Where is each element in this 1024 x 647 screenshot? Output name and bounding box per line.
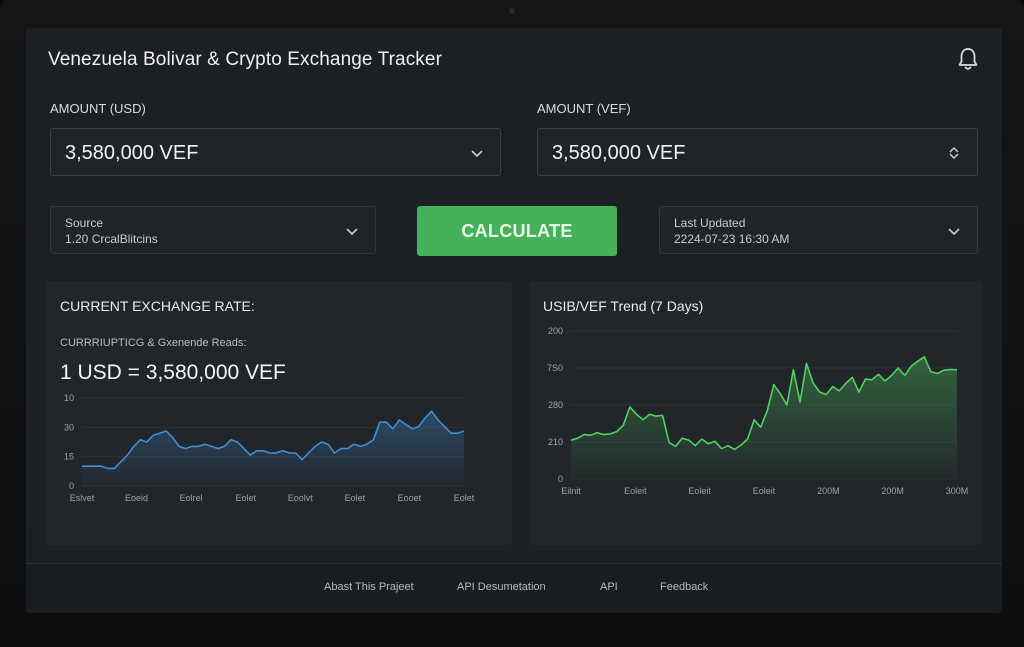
trend-panel: USIB/VEF Trend (7 Days) 200 7S0 280 210 0 Eil…	[529, 281, 982, 545]
y-tick-label: 280	[548, 400, 563, 410]
y-tick-label: 10	[64, 393, 74, 403]
y-tick-label: 30	[64, 422, 74, 432]
x-tick-label: Eolet	[235, 493, 256, 503]
x-tick-label: Eolrel	[180, 493, 203, 503]
footer-link-api[interactable]: API	[600, 581, 618, 593]
y-tick-label: 0	[69, 481, 74, 491]
amount-vef-label: AMOUNT (VEF)	[537, 101, 631, 116]
x-tick-label: Eilnit	[561, 486, 581, 496]
x-tick-label: Eoolvt	[288, 493, 314, 503]
chevron-down-icon[interactable]	[470, 146, 484, 160]
x-tick-label: 300M	[946, 486, 969, 496]
amount-usd-value: 3,580,000 VEF	[65, 142, 199, 164]
x-tick-label: Eoleit	[753, 486, 776, 496]
bell-icon[interactable]	[956, 46, 980, 72]
x-tick-label: 200M	[817, 486, 840, 496]
footer-link-api-docs[interactable]: API Desumetation	[457, 581, 546, 593]
y-tick-label: 0	[558, 474, 563, 484]
rate-history-chart: 10 30 15 0 Eslvet Eoeid Eolrel Eolet Eoolvt Eolet…	[64, 393, 475, 503]
x-tick-label: Eslvet	[70, 493, 95, 503]
chevron-down-icon[interactable]	[345, 224, 359, 238]
x-tick-label: Eolet	[345, 493, 366, 503]
chevron-down-icon[interactable]	[947, 224, 961, 238]
page-title: Venezuela Bolivar & Crypto Exchange Trac…	[48, 49, 443, 70]
footer: Abast This Prajeet API Desumetation API …	[26, 563, 1002, 613]
amount-usd-field[interactable]: 3,580,000 VEF	[50, 128, 501, 176]
amount-usd-label: AMOUNT (USD)	[50, 101, 146, 116]
series-area	[82, 411, 464, 486]
up-down-chevron-icon[interactable]	[947, 146, 961, 160]
app-window: Venezuela Bolivar & Crypto Exchange Trac…	[26, 28, 1002, 613]
last-updated-label: Last Updated	[674, 216, 746, 230]
x-tick-label: Eoleit	[688, 486, 711, 496]
device-bezel: Venezuela Bolivar & Crypto Exchange Trac…	[0, 0, 1024, 647]
y-tick-label: 7S0	[547, 363, 563, 373]
trend-chart: 200 7S0 280 210 0 Eilnit Eoleit Eoleit Eoleit 200…	[547, 326, 969, 496]
footer-link-feedback[interactable]: Feedback	[660, 581, 708, 593]
x-tick-label: Eoleit	[624, 486, 647, 496]
amount-vef-field[interactable]: 3,580,000 VEF	[537, 128, 978, 176]
calculate-button[interactable]: CALCULATE	[417, 206, 617, 256]
source-select[interactable]: Source 1.20 CrcalBlitcins	[50, 206, 376, 254]
source-label: Source	[65, 216, 104, 230]
camera-dot	[509, 8, 515, 14]
y-tick-label: 210	[548, 437, 563, 447]
x-tick-label: Eolet	[454, 493, 475, 503]
x-tick-label: 200M	[881, 486, 904, 496]
last-updated-value: 2224-07-23 16:30 AM	[674, 232, 790, 246]
exchange-rate-panel: CURRENT EXCHANGE RATE: CURRRIUPTICG & Gx…	[46, 281, 512, 545]
y-tick-label: 200	[548, 326, 563, 336]
x-tick-label: Eooet	[398, 493, 422, 503]
x-tick-label: Eoeid	[125, 493, 148, 503]
last-updated-select[interactable]: Last Updated 2224-07-23 16:30 AM	[659, 206, 978, 254]
y-tick-label: 15	[64, 452, 74, 462]
footer-link-about[interactable]: Abast This Prajeet	[324, 581, 414, 593]
amount-vef-value: 3,580,000 VEF	[552, 142, 686, 164]
source-value: 1.20 CrcalBlitcins	[65, 232, 158, 246]
